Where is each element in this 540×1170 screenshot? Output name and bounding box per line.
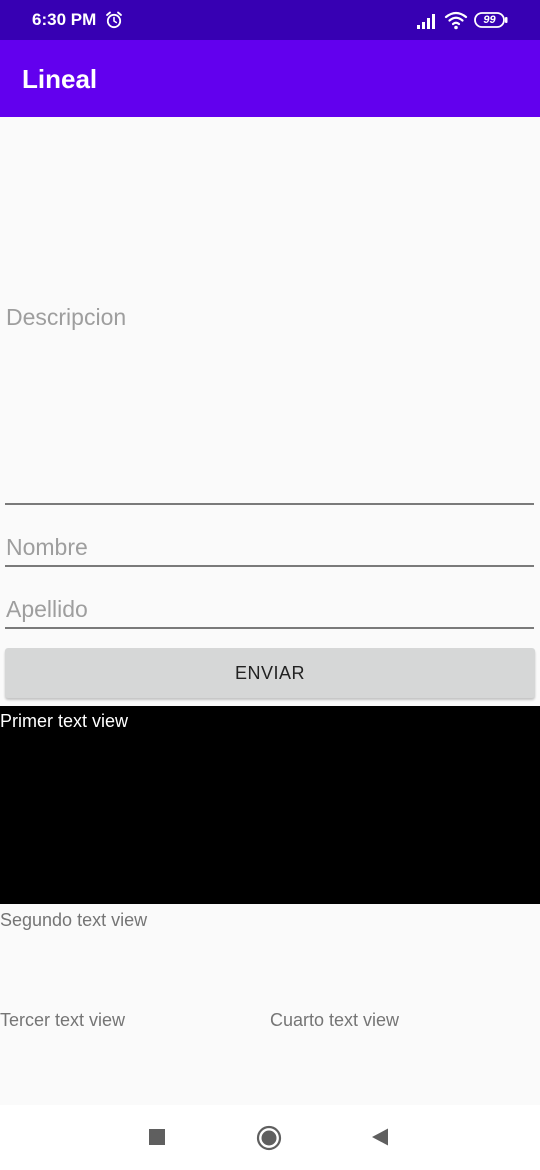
cuarto-text-view: Cuarto text view (270, 1010, 400, 1030)
navigation-bar (0, 1105, 540, 1170)
descripcion-hint: Descripcion (6, 304, 127, 330)
app-title: Lineal (22, 64, 98, 94)
descripcion-field[interactable]: Descripcion (5, 117, 534, 505)
apellido-hint: Apellido (6, 596, 88, 622)
signal-icon (417, 14, 435, 29)
nombre-field[interactable]: Nombre (5, 520, 534, 567)
battery-level: 99 (483, 14, 496, 26)
tercer-text-view: Tercer text view (0, 1010, 126, 1030)
back-icon[interactable] (370, 1127, 390, 1147)
app-bar: Lineal (0, 40, 540, 117)
wifi-icon (444, 11, 468, 30)
segundo-text-view: Segundo text view (0, 910, 148, 930)
status-bar: 6:30 PM 99 (0, 0, 540, 40)
alarm-icon (106, 11, 122, 29)
nombre-hint: Nombre (6, 534, 88, 560)
apellido-field[interactable]: Apellido (5, 582, 534, 629)
screen: 6:30 PM 99 Lineal Descripcion Nombre Ape… (0, 0, 540, 1170)
primer-text-view: Primer text view (0, 706, 540, 904)
enviar-button[interactable]: ENVIAR (5, 648, 535, 698)
primer-text-view-label: Primer text view (0, 711, 129, 731)
status-time: 6:30 PM (32, 10, 97, 29)
recent-apps-icon[interactable] (149, 1129, 165, 1145)
home-icon[interactable] (256, 1125, 282, 1151)
